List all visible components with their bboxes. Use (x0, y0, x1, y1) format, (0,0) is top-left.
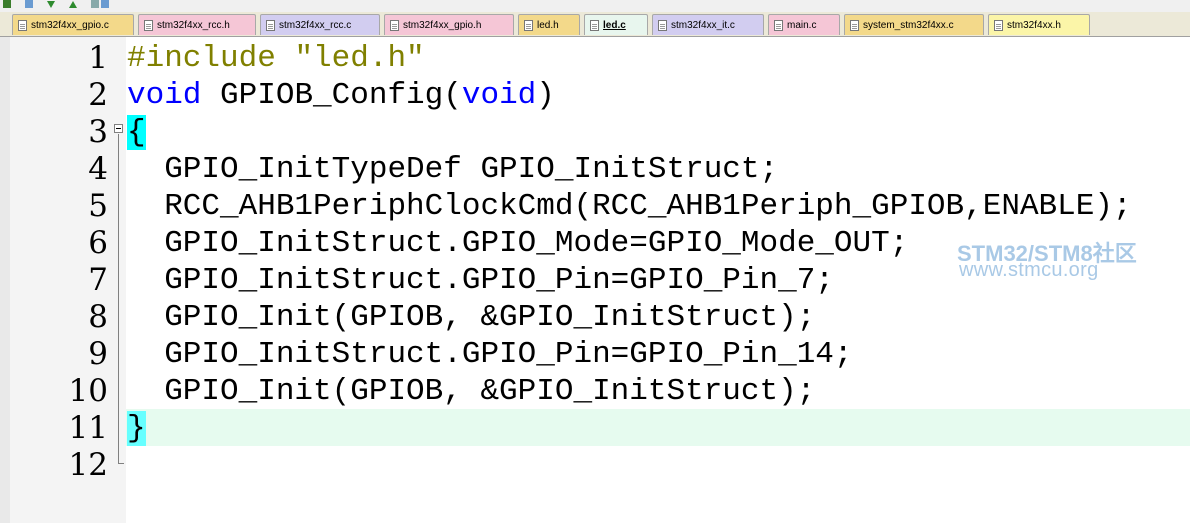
tab-stm32f4xx-h[interactable]: stm32f4xx.h (988, 14, 1090, 35)
code-line-2[interactable]: void GPIOB_Config(void) (127, 77, 555, 114)
toolbar-icon-1[interactable] (2, 0, 12, 8)
h-file-icon (994, 19, 1003, 31)
tab-label: led.c (603, 19, 626, 31)
code-line-10[interactable]: GPIO_Init(GPIOB, &GPIO_InitStruct); (127, 373, 815, 410)
tab-stm32f4xx-rcc-c[interactable]: stm32f4xx_rcc.c (260, 14, 380, 35)
tab-led-h[interactable]: led.h (518, 14, 580, 35)
tab-label: system_stm32f4xx.c (863, 19, 954, 31)
line-number: 5 (88, 188, 108, 224)
h-file-icon (144, 19, 153, 31)
close-brace-match: } (127, 411, 146, 446)
line-number: 9 (88, 336, 108, 372)
fold-end-marker (118, 463, 124, 464)
c-file-icon (18, 19, 27, 31)
keyword-void: void (127, 78, 202, 113)
code-line-4[interactable]: GPIO_InitTypeDef GPIO_InitStruct; (127, 151, 778, 188)
tab-label: main.c (787, 19, 817, 31)
keyword-void: void (461, 78, 537, 113)
line-number: 11 (68, 410, 108, 446)
code-line-8[interactable]: GPIO_Init(GPIOB, &GPIO_InitStruct); (127, 299, 815, 336)
tab-label: stm32f4xx_rcc.c (279, 19, 352, 31)
c-file-icon (266, 19, 275, 31)
tab-main-c[interactable]: main.c (768, 14, 840, 35)
tab-stm32f4xx-it-c[interactable]: stm32f4xx_it.c (652, 14, 764, 35)
h-file-icon (390, 19, 399, 31)
line-number: 7 (88, 262, 108, 298)
arrow-up-icon[interactable] (68, 0, 78, 8)
line-number: 3 (88, 114, 108, 150)
toolbar-icon-6[interactable] (100, 0, 110, 8)
toolbar-icon-5[interactable] (90, 0, 100, 8)
toolbar-icon-2[interactable] (24, 0, 34, 8)
code-line-1[interactable]: #include "led.h" (127, 40, 425, 77)
tab-label: stm32f4xx_gpio.c (31, 19, 109, 31)
toolbar (0, 0, 1190, 12)
tab-label: stm32f4xx_gpio.h (403, 19, 482, 31)
c-file-icon (774, 19, 783, 31)
line-number: 10 (68, 373, 108, 409)
line-number: 6 (88, 225, 108, 261)
tab-label: stm32f4xx.h (1007, 19, 1061, 31)
fold-collapse-icon[interactable] (114, 124, 123, 133)
tab-led-c[interactable]: led.c (584, 14, 648, 35)
c-file-icon (590, 19, 599, 31)
line-number: 2 (88, 77, 108, 113)
code-line-11[interactable]: } (127, 410, 146, 447)
tab-label: stm32f4xx_rcc.h (157, 19, 230, 31)
tab-stm32f4xx-gpio-h[interactable]: stm32f4xx_gpio.h (384, 14, 514, 35)
fold-guide-line (118, 134, 119, 464)
watermark-url: www.stmcu.org (959, 259, 1099, 281)
file-tab-bar: stm32f4xx_gpio.c stm32f4xx_rcc.h stm32f4… (0, 12, 1190, 37)
include-string: "led.h" (294, 41, 425, 76)
bookmark-margin[interactable] (0, 37, 10, 523)
code-line-3[interactable]: { (127, 114, 146, 151)
line-number: 1 (88, 40, 108, 76)
code-line-5[interactable]: RCC_AHB1PeriphClockCmd(RCC_AHB1Periph_GP… (127, 188, 1131, 225)
code-line-6[interactable]: GPIO_InitStruct.GPIO_Mode=GPIO_Mode_OUT; (127, 225, 908, 262)
current-line-highlight (126, 409, 1190, 446)
code-line-7[interactable]: GPIO_InitStruct.GPIO_Pin=GPIO_Pin_7; (127, 262, 834, 299)
c-file-icon (850, 19, 859, 31)
tab-label: stm32f4xx_it.c (671, 19, 735, 31)
code-line-9[interactable]: GPIO_InitStruct.GPIO_Pin=GPIO_Pin_14; (127, 336, 852, 373)
tab-stm32f4xx-rcc-h[interactable]: stm32f4xx_rcc.h (138, 14, 256, 35)
c-file-icon (658, 19, 667, 31)
line-number: 4 (88, 151, 108, 187)
arrow-down-icon[interactable] (46, 0, 56, 8)
paren-close: ) (536, 78, 555, 113)
h-file-icon (524, 19, 533, 31)
line-number: 12 (68, 447, 108, 483)
open-brace-match: { (127, 115, 146, 150)
preprocessor-directive: #include (127, 41, 276, 76)
line-number: 8 (88, 299, 108, 335)
function-name: GPIOB_Config( (220, 78, 462, 113)
tab-stm32f4xx-gpio-c[interactable]: stm32f4xx_gpio.c (12, 14, 134, 35)
tab-label: led.h (537, 19, 559, 31)
tab-system-stm32f4xx-c[interactable]: system_stm32f4xx.c (844, 14, 984, 35)
